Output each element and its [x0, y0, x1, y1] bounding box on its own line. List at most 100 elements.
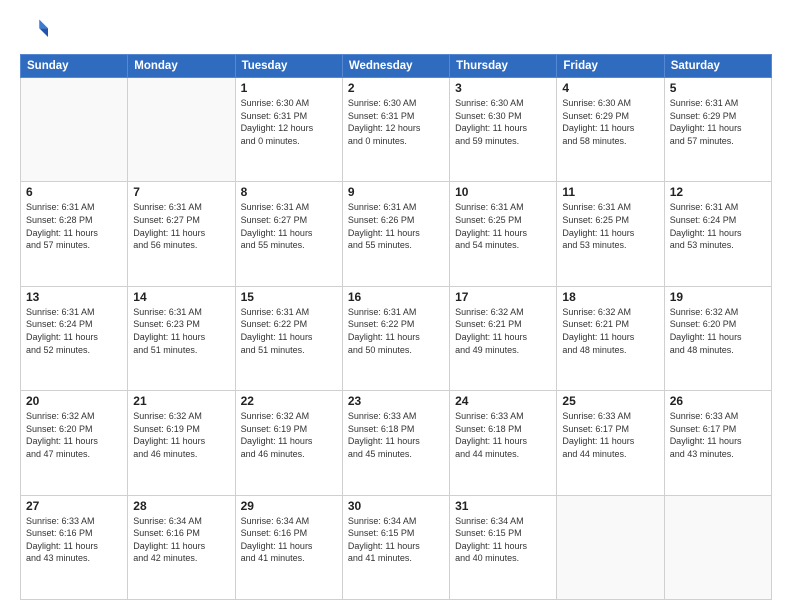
calendar-cell: 9Sunrise: 6:31 AM Sunset: 6:26 PM Daylig…	[342, 182, 449, 286]
calendar-cell: 1 Sunrise: 6:30 AM Sunset: 6:31 PM Daylig…	[235, 78, 342, 182]
day-number: 11	[562, 185, 658, 199]
calendar-cell: 20Sunrise: 6:32 AM Sunset: 6:20 PM Dayli…	[21, 391, 128, 495]
calendar-week-row: 6 Sunrise: 6:31 AM Sunset: 6:28 PM Daylig…	[21, 182, 772, 286]
calendar-cell: 2Sunrise: 6:30 AM Sunset: 6:31 PM Daylig…	[342, 78, 449, 182]
day-detail: Sunrise: 6:33 AM Sunset: 6:17 PM Dayligh…	[562, 410, 658, 460]
day-number: 30	[348, 499, 444, 513]
calendar-week-row: 13 Sunrise: 6:31 AM Sunset: 6:24 PM Dayli…	[21, 286, 772, 390]
weekday-header: Thursday	[450, 55, 557, 78]
day-detail: Sunrise: 6:31 AM Sunset: 6:24 PM Dayligh…	[670, 201, 766, 251]
day-number: 31	[455, 499, 551, 513]
calendar-week-row: 20Sunrise: 6:32 AM Sunset: 6:20 PM Dayli…	[21, 391, 772, 495]
weekday-header: Monday	[128, 55, 235, 78]
calendar-week-row: 1 Sunrise: 6:30 AM Sunset: 6:31 PM Daylig…	[21, 78, 772, 182]
day-number: 29	[241, 499, 337, 513]
calendar-cell: 26 Sunrise: 6:33 AM Sunset: 6:17 PM Dayli…	[664, 391, 771, 495]
day-detail: Sunrise: 6:34 AM Sunset: 6:16 PM Dayligh…	[241, 515, 337, 565]
calendar-cell	[128, 78, 235, 182]
calendar-cell: 23Sunrise: 6:33 AM Sunset: 6:18 PM Dayli…	[342, 391, 449, 495]
weekday-header: Friday	[557, 55, 664, 78]
day-detail: Sunrise: 6:30 AM Sunset: 6:29 PM Dayligh…	[562, 97, 658, 147]
day-detail: Sunrise: 6:30 AM Sunset: 6:30 PM Dayligh…	[455, 97, 551, 147]
calendar-cell: 14 Sunrise: 6:31 AM Sunset: 6:23 PM Dayli…	[128, 286, 235, 390]
calendar-cell: 7 Sunrise: 6:31 AM Sunset: 6:27 PM Daylig…	[128, 182, 235, 286]
weekday-header: Wednesday	[342, 55, 449, 78]
calendar-cell: 19 Sunrise: 6:32 AM Sunset: 6:20 PM Dayli…	[664, 286, 771, 390]
day-number: 26	[670, 394, 766, 408]
day-number: 18	[562, 290, 658, 304]
day-detail: Sunrise: 6:34 AM Sunset: 6:16 PM Dayligh…	[133, 515, 229, 565]
day-detail: Sunrise: 6:30 AM Sunset: 6:31 PM Dayligh…	[241, 97, 337, 147]
calendar-cell: 8 Sunrise: 6:31 AM Sunset: 6:27 PM Daylig…	[235, 182, 342, 286]
calendar-cell: 16 Sunrise: 6:31 AM Sunset: 6:22 PM Dayli…	[342, 286, 449, 390]
day-number: 14	[133, 290, 229, 304]
calendar-cell	[557, 495, 664, 599]
calendar-cell: 27 Sunrise: 6:33 AM Sunset: 6:16 PM Dayli…	[21, 495, 128, 599]
day-detail: Sunrise: 6:32 AM Sunset: 6:20 PM Dayligh…	[26, 410, 122, 460]
day-detail: Sunrise: 6:31 AM Sunset: 6:22 PM Dayligh…	[348, 306, 444, 356]
day-number: 2	[348, 81, 444, 95]
header	[20, 16, 772, 44]
calendar-cell: 30 Sunrise: 6:34 AM Sunset: 6:15 PM Dayli…	[342, 495, 449, 599]
day-number: 13	[26, 290, 122, 304]
day-number: 7	[133, 185, 229, 199]
calendar-cell: 15 Sunrise: 6:31 AM Sunset: 6:22 PM Dayli…	[235, 286, 342, 390]
day-detail: Sunrise: 6:33 AM Sunset: 6:16 PM Dayligh…	[26, 515, 122, 565]
calendar-cell	[21, 78, 128, 182]
day-number: 16	[348, 290, 444, 304]
day-detail: Sunrise: 6:32 AM Sunset: 6:20 PM Dayligh…	[670, 306, 766, 356]
calendar-cell: 4 Sunrise: 6:30 AM Sunset: 6:29 PM Daylig…	[557, 78, 664, 182]
calendar-cell: 13 Sunrise: 6:31 AM Sunset: 6:24 PM Dayli…	[21, 286, 128, 390]
day-number: 1	[241, 81, 337, 95]
day-number: 17	[455, 290, 551, 304]
day-detail: Sunrise: 6:31 AM Sunset: 6:27 PM Dayligh…	[133, 201, 229, 251]
day-detail: Sunrise: 6:31 AM Sunset: 6:25 PM Dayligh…	[562, 201, 658, 251]
calendar-cell: 28 Sunrise: 6:34 AM Sunset: 6:16 PM Dayli…	[128, 495, 235, 599]
day-detail: Sunrise: 6:32 AM Sunset: 6:19 PM Dayligh…	[241, 410, 337, 460]
weekday-header: Saturday	[664, 55, 771, 78]
day-number: 12	[670, 185, 766, 199]
page: SundayMondayTuesdayWednesdayThursdayFrid…	[0, 0, 792, 612]
calendar-cell: 10Sunrise: 6:31 AM Sunset: 6:25 PM Dayli…	[450, 182, 557, 286]
day-number: 3	[455, 81, 551, 95]
calendar-cell: 29 Sunrise: 6:34 AM Sunset: 6:16 PM Dayli…	[235, 495, 342, 599]
calendar-week-row: 27 Sunrise: 6:33 AM Sunset: 6:16 PM Dayli…	[21, 495, 772, 599]
day-detail: Sunrise: 6:33 AM Sunset: 6:17 PM Dayligh…	[670, 410, 766, 460]
calendar-cell: 22 Sunrise: 6:32 AM Sunset: 6:19 PM Dayli…	[235, 391, 342, 495]
calendar-cell: 18 Sunrise: 6:32 AM Sunset: 6:21 PM Dayli…	[557, 286, 664, 390]
logo-icon	[20, 16, 48, 44]
day-number: 8	[241, 185, 337, 199]
calendar-cell: 24 Sunrise: 6:33 AM Sunset: 6:18 PM Dayli…	[450, 391, 557, 495]
day-number: 19	[670, 290, 766, 304]
weekday-header: Tuesday	[235, 55, 342, 78]
day-number: 21	[133, 394, 229, 408]
day-detail: Sunrise: 6:32 AM Sunset: 6:21 PM Dayligh…	[455, 306, 551, 356]
day-detail: Sunrise: 6:33 AM Sunset: 6:18 PM Dayligh…	[455, 410, 551, 460]
day-number: 24	[455, 394, 551, 408]
day-detail: Sunrise: 6:31 AM Sunset: 6:27 PM Dayligh…	[241, 201, 337, 251]
day-detail: Sunrise: 6:34 AM Sunset: 6:15 PM Dayligh…	[455, 515, 551, 565]
day-detail: Sunrise: 6:31 AM Sunset: 6:24 PM Dayligh…	[26, 306, 122, 356]
day-number: 27	[26, 499, 122, 513]
day-detail: Sunrise: 6:32 AM Sunset: 6:21 PM Dayligh…	[562, 306, 658, 356]
day-detail: Sunrise: 6:31 AM Sunset: 6:23 PM Dayligh…	[133, 306, 229, 356]
calendar-cell: 11 Sunrise: 6:31 AM Sunset: 6:25 PM Dayli…	[557, 182, 664, 286]
calendar-cell	[664, 495, 771, 599]
day-detail: Sunrise: 6:33 AM Sunset: 6:18 PM Dayligh…	[348, 410, 444, 460]
day-number: 15	[241, 290, 337, 304]
day-detail: Sunrise: 6:31 AM Sunset: 6:22 PM Dayligh…	[241, 306, 337, 356]
calendar-cell: 31 Sunrise: 6:34 AM Sunset: 6:15 PM Dayli…	[450, 495, 557, 599]
day-number: 5	[670, 81, 766, 95]
day-detail: Sunrise: 6:31 AM Sunset: 6:25 PM Dayligh…	[455, 201, 551, 251]
day-number: 6	[26, 185, 122, 199]
calendar-cell: 25Sunrise: 6:33 AM Sunset: 6:17 PM Dayli…	[557, 391, 664, 495]
logo	[20, 16, 52, 44]
day-number: 28	[133, 499, 229, 513]
day-detail: Sunrise: 6:31 AM Sunset: 6:28 PM Dayligh…	[26, 201, 122, 251]
day-detail: Sunrise: 6:34 AM Sunset: 6:15 PM Dayligh…	[348, 515, 444, 565]
day-number: 4	[562, 81, 658, 95]
calendar-cell: 12 Sunrise: 6:31 AM Sunset: 6:24 PM Dayli…	[664, 182, 771, 286]
weekday-header: Sunday	[21, 55, 128, 78]
day-number: 22	[241, 394, 337, 408]
calendar-cell: 5Sunrise: 6:31 AM Sunset: 6:29 PM Daylig…	[664, 78, 771, 182]
